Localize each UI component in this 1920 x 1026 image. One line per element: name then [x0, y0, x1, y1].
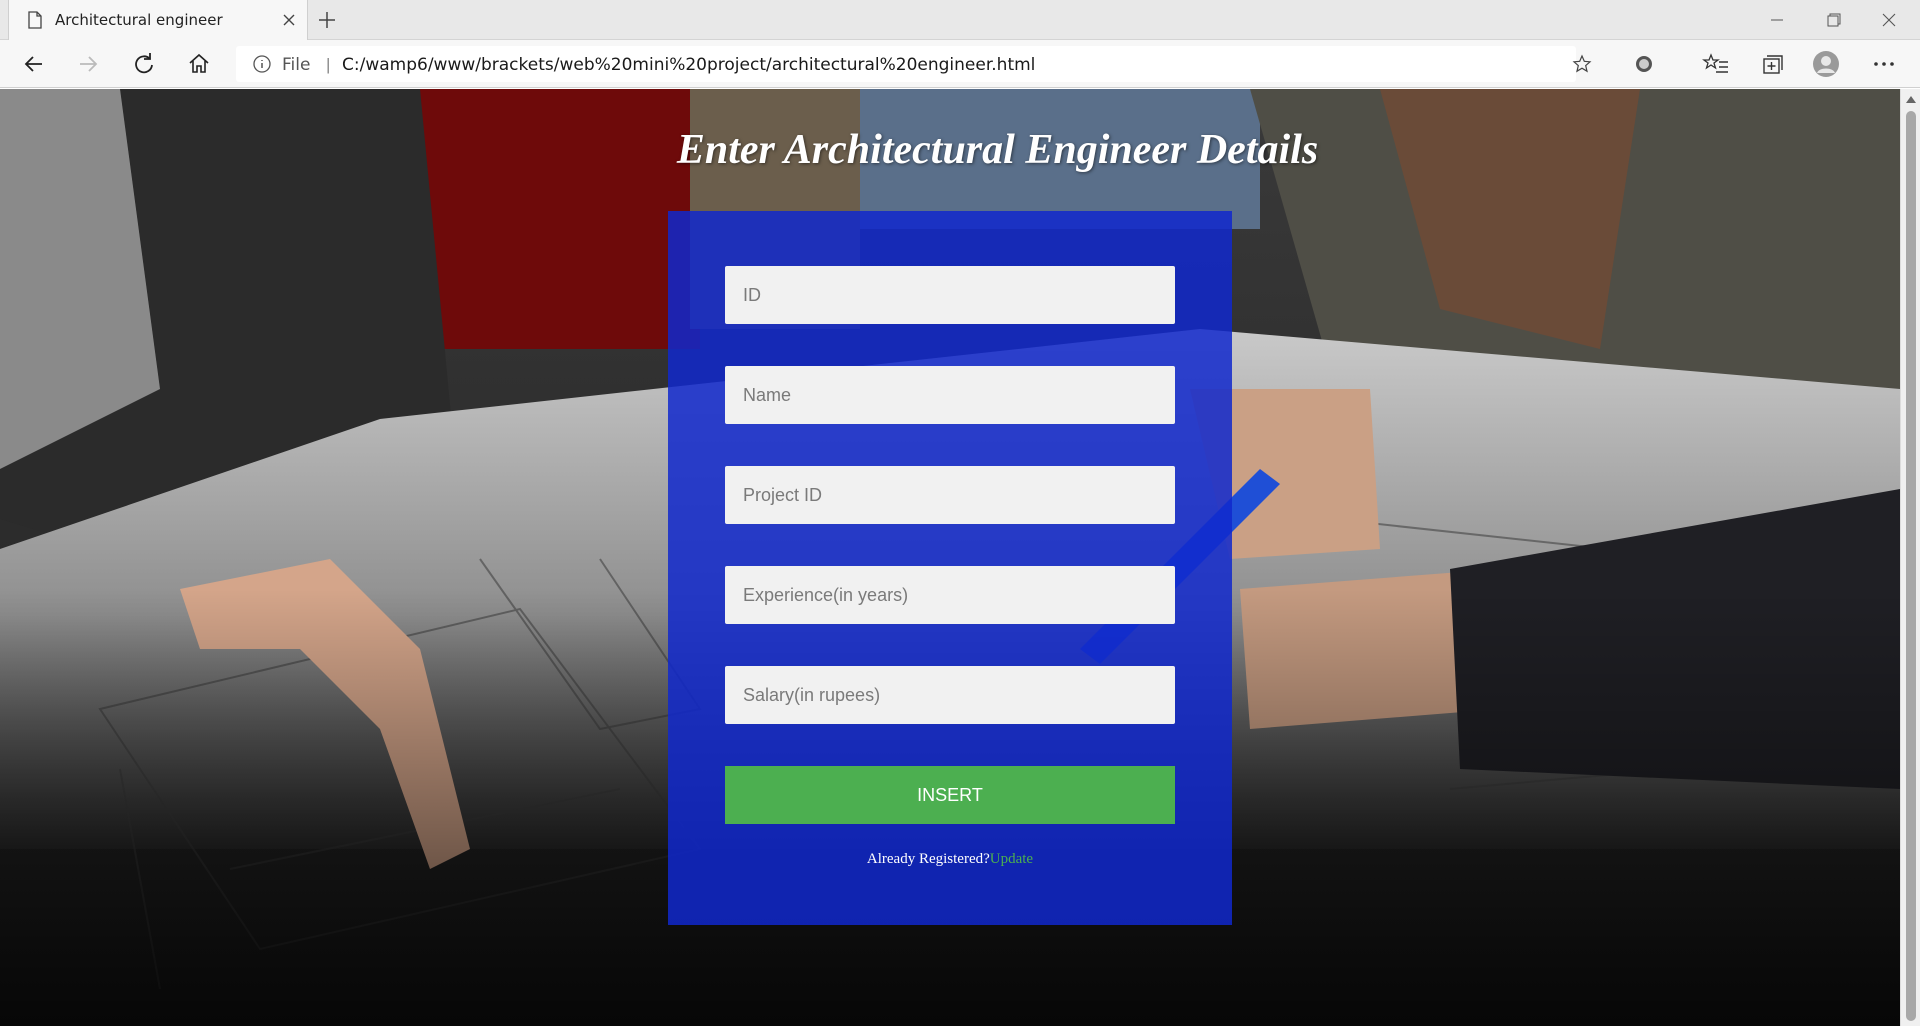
document-icon [28, 11, 42, 29]
scroll-up-icon[interactable] [1906, 95, 1916, 103]
address-bar[interactable]: File | C:/wamp6/www/brackets/web%20mini%… [236, 46, 1592, 82]
close-tab-icon[interactable] [279, 10, 299, 30]
scroll-thumb[interactable] [1906, 111, 1916, 1021]
info-icon[interactable] [252, 54, 272, 74]
tab-title: Architectural engineer [55, 11, 223, 29]
tab-strip: Architectural engineer [0, 0, 1920, 40]
star-icon[interactable] [1572, 54, 1592, 74]
arrow-left-icon[interactable] [18, 48, 50, 80]
update-link[interactable]: Update [990, 851, 1033, 867]
id-input[interactable] [725, 266, 1175, 324]
already-registered-line: Already Registered?Update [668, 851, 1232, 868]
experience-input[interactable] [725, 566, 1175, 624]
refresh-icon[interactable] [128, 48, 160, 80]
name-input[interactable] [725, 366, 1175, 424]
browser-tab[interactable]: Architectural engineer [8, 0, 308, 40]
page-scrollbar[interactable] [1900, 89, 1920, 1026]
engineer-form: INSERT Already Registered?Update [668, 211, 1232, 925]
new-tab-icon[interactable] [315, 8, 339, 32]
page-viewport: Enter Architectural Engineer Details INS… [0, 89, 1900, 1026]
page-title: Enter Architectural Engineer Details [676, 127, 1319, 173]
more-icon[interactable] [1870, 50, 1898, 78]
address-separator: | [326, 55, 331, 74]
url-text[interactable]: C:/wamp6/www/brackets/web%20mini%20proje… [342, 55, 1035, 75]
browser-toolbar: File | C:/wamp6/www/brackets/web%20mini%… [0, 40, 1920, 88]
profile-icon[interactable] [1812, 50, 1840, 78]
project-id-input[interactable] [725, 466, 1175, 524]
already-registered-text: Already Registered? [866, 851, 990, 867]
salary-input[interactable] [725, 666, 1175, 724]
close-window-icon[interactable] [1866, 6, 1912, 34]
insert-button[interactable]: INSERT [725, 766, 1175, 824]
home-icon[interactable] [183, 48, 215, 80]
restore-icon[interactable] [1810, 6, 1856, 34]
address-scheme: File [282, 55, 311, 75]
minimize-icon[interactable] [1754, 6, 1800, 34]
collections-icon[interactable] [1757, 50, 1785, 78]
arrow-right-icon[interactable] [72, 48, 104, 80]
extension-icon[interactable] [1630, 50, 1658, 78]
favorites-icon[interactable] [1702, 50, 1730, 78]
